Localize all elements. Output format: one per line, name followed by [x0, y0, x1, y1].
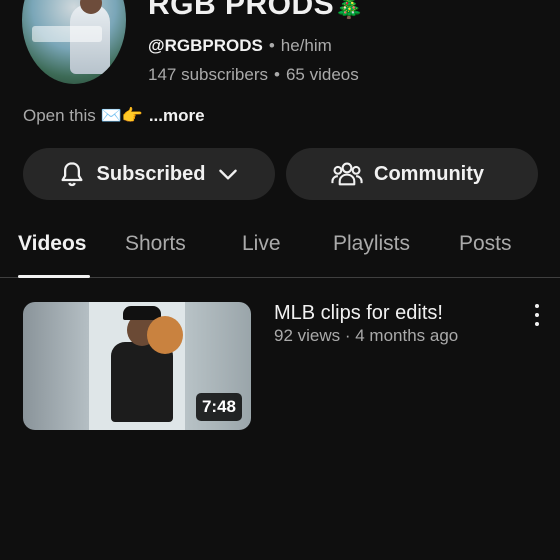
bell-icon — [61, 162, 83, 187]
community-label: Community — [374, 162, 484, 185]
channel-avatar[interactable] — [22, 0, 126, 84]
channel-name-text: RGB PRODS — [148, 0, 335, 21]
kebab-dot — [535, 304, 539, 308]
separator-dot: • — [268, 36, 275, 55]
video-title[interactable]: MLB clips for edits! — [274, 302, 443, 325]
more-vert-icon[interactable] — [530, 304, 544, 326]
subscribed-button[interactable]: Subscribed — [23, 148, 275, 200]
channel-description[interactable]: Open this ✉️👉 ...more — [23, 106, 205, 126]
kebab-dot — [535, 313, 539, 317]
channel-name: RGB PRODS🎄 — [148, 0, 365, 22]
video-count: 65 videos — [285, 65, 359, 84]
chevron-down-icon — [219, 169, 238, 180]
more-link[interactable]: ...more — [149, 106, 205, 125]
channel-tabs: Videos Shorts Live Playlists Posts — [0, 226, 560, 278]
channel-handle-line: @RGBPRODS • he/him — [148, 36, 332, 56]
description-text: Open this ✉️👉 — [23, 106, 143, 125]
tab-live[interactable]: Live — [242, 232, 281, 256]
kebab-dot — [535, 322, 539, 326]
thumbnail-glove — [147, 316, 183, 354]
subscribed-label: Subscribed — [96, 162, 206, 185]
channel-stats: 147 subscribers • 65 videos — [148, 65, 359, 85]
tab-videos[interactable]: Videos — [18, 232, 86, 256]
tab-shorts[interactable]: Shorts — [125, 232, 186, 256]
separator-dot: • — [274, 65, 280, 84]
tab-playlists[interactable]: Playlists — [333, 232, 410, 256]
active-tab-indicator — [18, 275, 90, 278]
community-button[interactable]: Community — [286, 148, 538, 200]
channel-name-emoji: 🎄 — [334, 0, 365, 20]
avatar-logo-text — [32, 26, 102, 42]
channel-pronouns: he/him — [280, 36, 332, 55]
video-duration: 7:48 — [195, 393, 242, 421]
video-thumbnail[interactable]: 7:48 — [23, 302, 251, 430]
channel-handle: @RGBPRODS — [148, 36, 263, 55]
thumbnail-player-body — [111, 342, 173, 422]
tab-posts[interactable]: Posts — [459, 232, 512, 256]
community-icon — [331, 162, 363, 186]
subscriber-count: 147 subscribers — [148, 65, 269, 84]
video-meta: 92 views · 4 months ago — [274, 326, 459, 345]
